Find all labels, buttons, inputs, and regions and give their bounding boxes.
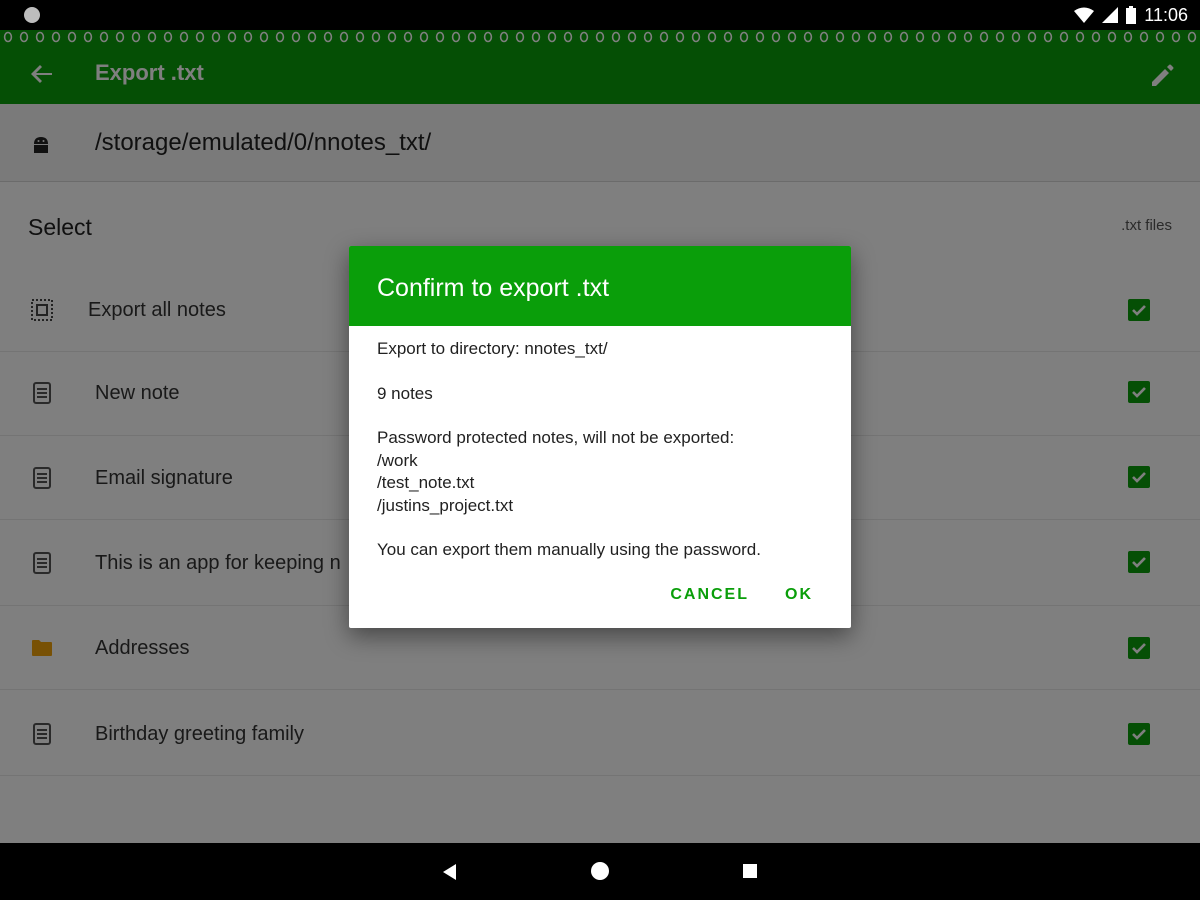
cancel-button[interactable]: CANCEL [670,584,749,606]
status-time: 11:06 [1144,4,1188,25]
dialog-title: Confirm to export .txt [377,274,610,302]
nav-home-icon[interactable] [591,862,609,880]
nav-back-icon[interactable] [440,862,460,882]
protected-notes-header: Password protected notes, will not be ex… [377,428,735,447]
confirm-export-dialog: Confirm to export .txt Export to directo… [349,246,851,628]
dialog-header: Confirm to export .txt [349,246,851,326]
nav-recents-icon[interactable] [743,864,757,878]
signal-icon [1102,7,1119,23]
status-bar: 11:06 [0,0,1200,30]
manual-export-hint: You can export them manually using the p… [377,540,761,559]
dialog-message: Export to directory: nnotes_txt/ 9 notes… [377,338,827,562]
dialog-actions: CANCEL OK [670,584,813,606]
export-directory-text: Export to directory: nnotes_txt/ [377,339,608,358]
protected-note-item: /test_note.txt [377,473,475,492]
status-icons: 11:06 [1074,4,1188,26]
system-navigation-bar [0,843,1200,900]
ok-button[interactable]: OK [785,584,813,606]
wifi-icon [1074,7,1095,23]
notification-dot-icon [24,7,40,23]
protected-note-item: /work [377,450,418,470]
battery-icon [1126,6,1137,24]
notes-count-text: 9 notes [377,383,433,403]
protected-note-item: /justins_project.txt [377,495,514,515]
